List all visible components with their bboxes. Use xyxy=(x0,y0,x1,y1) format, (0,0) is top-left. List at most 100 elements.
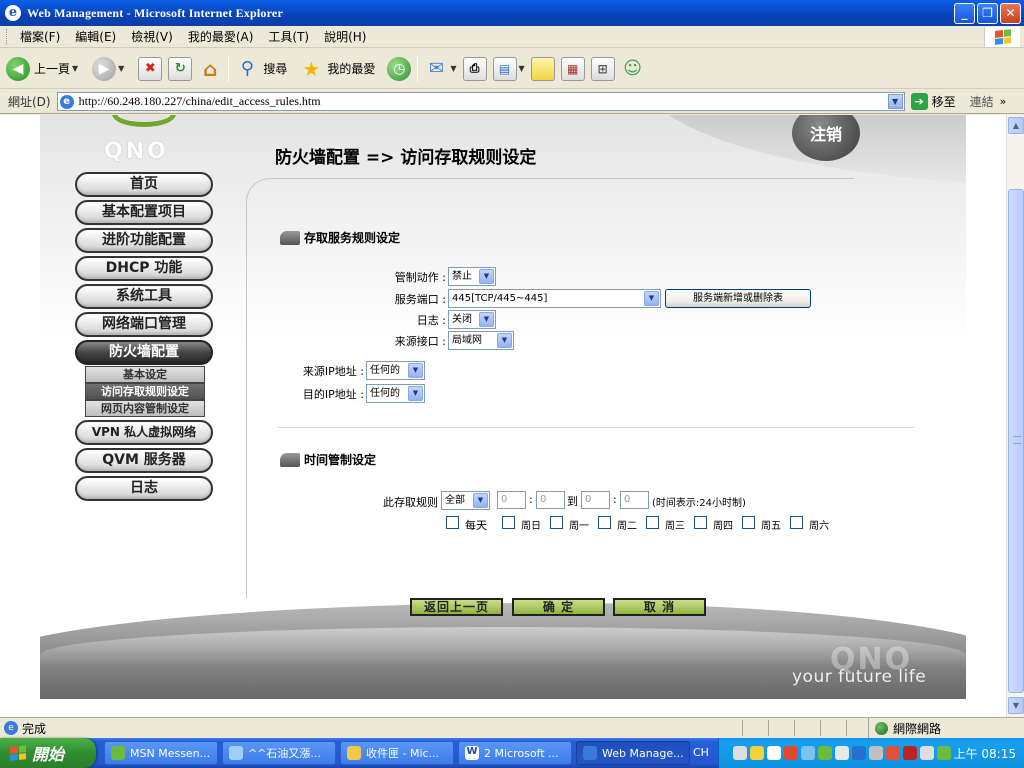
mail-dropdown-icon[interactable]: ▼ xyxy=(450,64,456,73)
menu-favorites[interactable]: 我的最愛(A) xyxy=(188,28,254,45)
tray-display-icon[interactable] xyxy=(920,746,934,760)
search-button[interactable]: ⚲ 搜尋 xyxy=(235,53,288,85)
research-button[interactable]: ▦ xyxy=(560,53,585,85)
clock[interactable]: 上午 08:15 xyxy=(954,745,1016,762)
search-label: 搜尋 xyxy=(263,62,288,76)
messenger-button[interactable]: ☺ xyxy=(621,53,645,85)
back-dropdown-icon[interactable]: ▼ xyxy=(72,64,78,73)
minimize-button[interactable]: _ xyxy=(954,3,975,24)
mail-button[interactable]: ✉ ▼ xyxy=(424,53,457,85)
menu-view[interactable]: 檢視(V) xyxy=(131,28,173,45)
print-button[interactable]: ⎙ xyxy=(462,53,487,85)
dest-ip-select[interactable]: 任何的 ▼ xyxy=(366,384,425,403)
go-button[interactable]: ➔ 移至 xyxy=(910,93,956,110)
task-news[interactable]: ^^石油又漲... xyxy=(222,741,336,765)
end-hour-input[interactable]: 0 xyxy=(581,491,610,509)
service-table-button[interactable]: 服务端新增或删除表 xyxy=(665,289,811,308)
scroll-grip-icon xyxy=(1013,436,1021,444)
vertical-scrollbar[interactable]: ▲ ▼ xyxy=(1006,115,1024,717)
source-ip-select[interactable]: 任何的 ▼ xyxy=(366,361,425,380)
forward-dropdown-icon[interactable]: ▼ xyxy=(118,64,124,73)
tray-app-icon[interactable] xyxy=(937,746,951,760)
confirm-button[interactable]: 确 定 xyxy=(512,598,605,616)
action-select[interactable]: 禁止 ▼ xyxy=(448,267,496,286)
close-button[interactable]: ✕ xyxy=(1000,3,1021,24)
window-titlebar[interactable]: e Web Management - Microsoft Internet Ex… xyxy=(0,0,1024,26)
end-minute-input[interactable]: 0 xyxy=(620,491,649,509)
menu-tools[interactable]: 工具(T) xyxy=(268,28,309,45)
action-label: 管制动作 : xyxy=(394,271,446,284)
tray-arrow-icon[interactable] xyxy=(733,746,747,760)
tray-app-icon[interactable] xyxy=(886,746,900,760)
start-button[interactable]: 開始 xyxy=(0,738,96,768)
day-tuesday-checkbox[interactable] xyxy=(598,516,611,529)
nav-system-tools[interactable]: 系统工具 xyxy=(75,284,213,309)
links-button[interactable]: 連結 xyxy=(970,93,994,110)
day-monday-checkbox[interactable] xyxy=(550,516,563,529)
maximize-button[interactable]: ❐ xyxy=(977,3,998,24)
address-input[interactable]: e http://60.248.180.227/china/edit_acces… xyxy=(56,92,905,111)
favorites-button[interactable]: ★ 我的最愛 xyxy=(293,53,375,85)
start-hour-input[interactable]: 0 xyxy=(497,491,526,509)
day-everyday-checkbox[interactable] xyxy=(446,516,459,529)
address-dropdown-icon[interactable]: ▼ xyxy=(887,94,903,109)
page-viewport: QNO your future life QNO 注销 防火墙配置 => 访问存… xyxy=(0,115,1006,717)
tray-mail-icon[interactable] xyxy=(767,746,781,760)
task-word[interactable]: W 2 Microsoft ... xyxy=(458,741,572,765)
subnav-content-filter[interactable]: 网页内容管制设定 xyxy=(85,400,205,417)
nav-qvm-server[interactable]: QVM 服务器 xyxy=(75,448,213,473)
subnav-access-rules[interactable]: 访问存取规则设定 xyxy=(85,383,205,400)
nav-dhcp[interactable]: DHCP 功能 xyxy=(75,256,213,281)
links-chevron-icon[interactable]: » xyxy=(1000,95,1007,108)
back-button[interactable]: ◀ 上一頁 ▼ xyxy=(6,53,78,85)
tray-volume-icon[interactable] xyxy=(869,746,883,760)
time-rule-select[interactable]: 全部 ▼ xyxy=(441,491,490,510)
tray-ati-icon[interactable] xyxy=(903,746,917,760)
forward-button[interactable]: ▶ ▼ xyxy=(84,53,124,85)
scroll-up-icon[interactable]: ▲ xyxy=(1008,117,1024,134)
log-select[interactable]: 关闭 ▼ xyxy=(448,310,496,329)
edit-dropdown-icon[interactable]: ▼ xyxy=(519,64,525,73)
back-page-button[interactable]: 返回上一页 xyxy=(410,598,503,616)
discuss-button[interactable] xyxy=(530,53,555,85)
nav-home[interactable]: 首页 xyxy=(75,172,213,197)
nav-advanced-config[interactable]: 进阶功能配置 xyxy=(75,228,213,253)
nav-firewall[interactable]: 防火墙配置 xyxy=(75,340,213,365)
menu-file[interactable]: 檔案(F) xyxy=(20,28,60,45)
nav-log[interactable]: 日志 xyxy=(75,476,213,501)
day-sunday-checkbox[interactable] xyxy=(502,516,515,529)
source-interface-select[interactable]: 局域网 ▼ xyxy=(448,331,514,350)
tray-app-icon[interactable] xyxy=(835,746,849,760)
subnav-basic-settings[interactable]: 基本设定 xyxy=(85,366,205,383)
nav-basic-config[interactable]: 基本配置项目 xyxy=(75,200,213,225)
refresh-button[interactable]: ↻ xyxy=(168,53,193,85)
address-bar: 網址(D) e http://60.248.180.227/china/edit… xyxy=(0,90,1024,114)
nav-port-management[interactable]: 网络端口管理 xyxy=(75,312,213,337)
media-button[interactable]: ⊞ xyxy=(590,53,615,85)
history-button[interactable]: ◷ xyxy=(381,53,412,85)
tray-app-icon[interactable] xyxy=(852,746,866,760)
tray-network-icon[interactable] xyxy=(801,746,815,760)
stop-button[interactable]: ✖ xyxy=(130,53,163,85)
task-inbox[interactable]: 收件匣 - Mic... xyxy=(340,741,454,765)
tray-shield-icon[interactable] xyxy=(818,746,832,760)
day-friday-checkbox[interactable] xyxy=(742,516,755,529)
service-select[interactable]: 445[TCP/445~445] ▼ xyxy=(448,289,661,308)
task-web-management[interactable]: Web Manage... xyxy=(576,741,690,765)
nav-vpn[interactable]: VPN 私人虚拟网络 xyxy=(75,420,213,445)
cancel-button[interactable]: 取 消 xyxy=(613,598,706,616)
edit-button[interactable]: ▤ ▼ xyxy=(492,53,525,85)
language-indicator[interactable]: CH xyxy=(693,746,709,759)
menu-edit[interactable]: 編輯(E) xyxy=(75,28,116,45)
day-thursday-checkbox[interactable] xyxy=(694,516,707,529)
day-saturday-checkbox[interactable] xyxy=(790,516,803,529)
scroll-down-icon[interactable]: ▼ xyxy=(1008,697,1024,714)
task-msn[interactable]: MSN Messen... xyxy=(104,741,218,765)
start-minute-input[interactable]: 0 xyxy=(536,491,565,509)
day-wednesday-checkbox[interactable] xyxy=(646,516,659,529)
home-button[interactable]: ⌂ xyxy=(198,53,222,85)
scroll-thumb[interactable] xyxy=(1008,189,1024,693)
tray-app-icon[interactable] xyxy=(750,746,764,760)
menu-help[interactable]: 說明(H) xyxy=(324,28,366,45)
tray-security-icon[interactable] xyxy=(784,746,798,760)
